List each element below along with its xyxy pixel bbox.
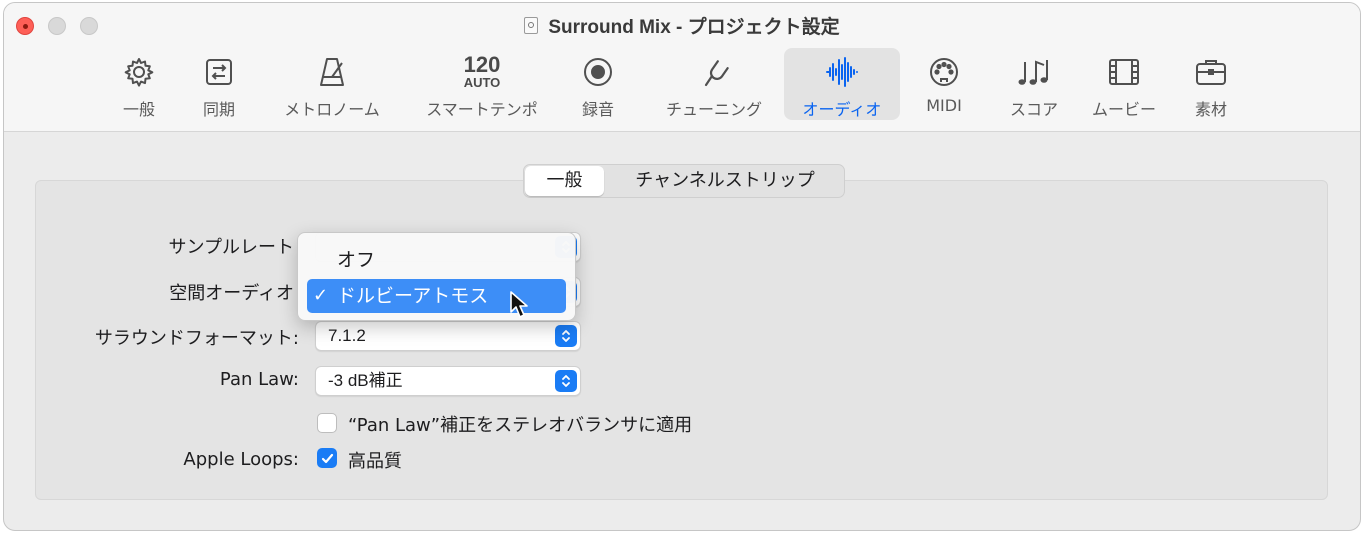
tuning-fork-icon xyxy=(694,52,734,92)
pan-law-stepper-icon xyxy=(555,370,577,392)
menu-item-dolby-atmos-label: ドルビーアトモス xyxy=(337,285,489,307)
menu-item-off[interactable]: オフ xyxy=(307,243,566,277)
tab-audio[interactable]: オーディオ xyxy=(784,48,900,120)
tab-general[interactable]: 一般 xyxy=(104,48,174,120)
pan-law-stereo-label: “Pan Law”補正をステレオバランサに適用 xyxy=(348,415,693,436)
tab-assets-label: 素材 xyxy=(1194,100,1227,119)
toolbar: Surround Mix - プロジェクト設定 一般 同期 メトロノーム 120… xyxy=(4,3,1360,132)
tab-tuning-label: チューニング xyxy=(665,100,762,119)
tab-metronome[interactable]: メトロノーム xyxy=(272,48,392,120)
segment-channel-strip[interactable]: チャンネルストリップ xyxy=(606,165,844,197)
tab-midi[interactable]: MIDI xyxy=(912,48,976,120)
surround-format-value: 7.1.2 xyxy=(328,326,366,345)
window-title-bar: Surround Mix - プロジェクト設定 xyxy=(4,12,1360,39)
tab-sync[interactable]: 同期 xyxy=(187,48,251,120)
project-settings-window: Surround Mix - プロジェクト設定 一般 同期 メトロノーム 120… xyxy=(3,2,1361,531)
metronome-icon xyxy=(312,52,352,92)
checkmark-icon xyxy=(321,453,334,464)
surround-format-label: サラウンドフォーマット: xyxy=(94,328,299,349)
tab-assets[interactable]: 素材 xyxy=(1179,48,1243,120)
film-icon xyxy=(1104,52,1144,92)
segmented-control: 一般 チャンネルストリップ xyxy=(523,164,845,198)
tab-metronome-label: メトロノーム xyxy=(284,100,380,119)
tab-sync-label: 同期 xyxy=(202,100,235,119)
spatial-audio-menu: オフ ✓ ドルビーアトモス xyxy=(297,232,576,321)
tab-movie[interactable]: ムービー xyxy=(1080,48,1168,120)
tab-midi-label: MIDI xyxy=(926,96,962,115)
tab-score-label: スコア xyxy=(1009,100,1058,119)
spatial-audio-label: 空間オーディオ xyxy=(169,283,294,304)
document-icon xyxy=(524,17,539,34)
tab-movie-label: ムービー xyxy=(1091,100,1156,119)
checkmark-icon: ✓ xyxy=(313,285,329,306)
apple-loops-label: Apple Loops: xyxy=(183,449,299,470)
tab-audio-label: オーディオ xyxy=(802,100,882,119)
music-notes-icon xyxy=(1014,52,1054,92)
high-quality-checkbox[interactable] xyxy=(317,448,337,468)
pan-law-stereo-checkbox[interactable] xyxy=(317,413,337,433)
tab-smart-tempo-label: スマートテンポ xyxy=(426,100,538,119)
pan-law-value: -3 dB補正 xyxy=(328,371,403,390)
tab-recording-label: 録音 xyxy=(581,100,614,119)
record-icon xyxy=(578,52,618,92)
gear-icon xyxy=(119,52,159,92)
waveform-icon xyxy=(822,52,862,92)
sync-icon xyxy=(199,52,239,92)
high-quality-label: 高品質 xyxy=(348,451,402,472)
mouse-pointer-icon xyxy=(510,291,528,318)
midi-connector-icon xyxy=(924,52,964,92)
tempo-value: 120 xyxy=(463,52,501,77)
pan-law-label: Pan Law: xyxy=(219,369,299,390)
tempo-icon: 120 AUTO xyxy=(462,52,502,92)
sample-rate-label: サンプルレート xyxy=(168,237,294,258)
tab-tuning[interactable]: チューニング xyxy=(654,48,774,120)
tab-general-label: 一般 xyxy=(122,100,155,119)
pan-law-popup[interactable]: -3 dB補正 xyxy=(315,366,581,396)
tab-score[interactable]: スコア xyxy=(999,48,1069,120)
menu-item-off-label: オフ xyxy=(337,249,376,271)
surround-format-popup[interactable]: 7.1.2 xyxy=(315,321,581,351)
briefcase-icon xyxy=(1191,52,1231,92)
tempo-mode: AUTO xyxy=(463,75,501,90)
tab-smart-tempo[interactable]: 120 AUTO スマートテンポ xyxy=(412,48,552,120)
tab-recording[interactable]: 録音 xyxy=(566,48,630,120)
window-title: Surround Mix - プロジェクト設定 xyxy=(548,17,840,38)
segment-general[interactable]: 一般 xyxy=(525,166,604,196)
surround-format-stepper-icon xyxy=(555,325,577,347)
